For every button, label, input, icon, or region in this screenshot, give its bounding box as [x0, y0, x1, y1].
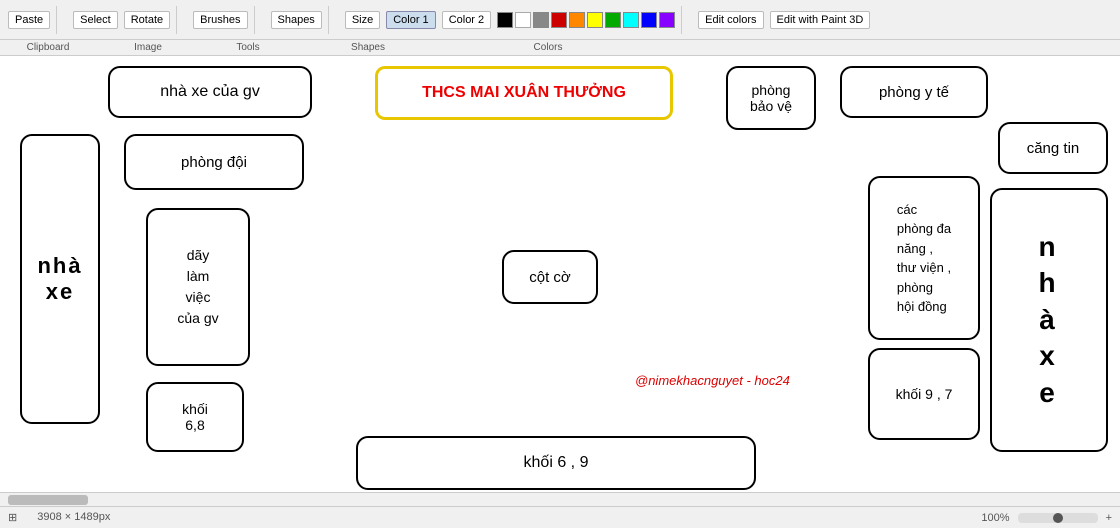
color-white[interactable] [515, 12, 531, 28]
toolbar-separator-5 [681, 6, 682, 34]
phong-bao-ve-label: phòngbảo vệ [750, 82, 792, 114]
paste-button[interactable]: Paste [8, 11, 50, 29]
rotate-button[interactable]: Rotate [124, 11, 170, 29]
zoom-slider[interactable] [1018, 513, 1098, 523]
toolbar-separator-3 [254, 6, 255, 34]
toolbar-group-tools: Brushes [193, 6, 254, 34]
shapes-button[interactable]: Shapes [271, 11, 322, 29]
paint3d-button[interactable]: Edit with Paint 3D [770, 11, 871, 29]
toolbar: Paste Select Rotate Brushes Shapes Size … [0, 0, 1120, 40]
toolbar-group-clipboard: Paste [8, 6, 57, 34]
selection-indicator: ⊞ [8, 511, 17, 524]
nha-xe-left-box: nhàxe [20, 134, 100, 424]
khoi-97-label: khối 9 , 7 [896, 386, 953, 402]
title-box: THCS MAI XUÂN THƯỞNG [375, 66, 673, 120]
color-palette [497, 12, 675, 28]
color-black[interactable] [497, 12, 513, 28]
nha-xe-gv-box: nhà xe của gv [108, 66, 312, 118]
toolbar-group-edit: Edit colors Edit with Paint 3D [698, 11, 870, 29]
khoi-68-box: khối6,8 [146, 382, 244, 452]
can-tin-box: căng tin [998, 122, 1108, 174]
color-purple[interactable] [659, 12, 675, 28]
dimensions-label: 3908 × 1489px [37, 511, 110, 524]
day-lam-viec-label: dãylàmviệccủa gv [177, 245, 218, 329]
label-clipboard: Clipboard [8, 42, 88, 53]
toolbar-group-image: Select Rotate [73, 6, 177, 34]
cac-phong-label: cácphòng đanăng ,thư viện ,phònghội đồng [897, 200, 951, 317]
nha-xe-left-label: nhàxe [37, 253, 82, 305]
toolbar-group-colors: Size Color 1 Color 2 [345, 6, 682, 34]
toolbar-section-labels: Clipboard Image Tools Shapes Colors [0, 40, 1120, 56]
watermark-text: @nimekhacnguyet - hoc24 [635, 373, 790, 388]
size-button[interactable]: Size [345, 11, 380, 29]
edit-colors-button[interactable]: Edit colors [698, 11, 763, 29]
phong-bao-ve-box: phòngbảo vệ [726, 66, 816, 130]
phong-y-te-label: phòng y tế [879, 84, 949, 101]
nha-xe-right-label: nhàxe [1038, 229, 1059, 411]
cac-phong-box: cácphòng đanăng ,thư viện ,phònghội đồng [868, 176, 980, 340]
color-cyan[interactable] [623, 12, 639, 28]
day-lam-viec-box: dãylàmviệccủa gv [146, 208, 250, 366]
select-button[interactable]: Select [73, 11, 118, 29]
toolbar-separator-1 [56, 6, 57, 34]
bottom-left: ⊞ 3908 × 1489px [8, 511, 110, 524]
label-image: Image [88, 42, 208, 53]
phong-doi-label: phòng đội [181, 154, 247, 171]
khoi-97-box: khối 9 , 7 [868, 348, 980, 440]
toolbar-group-shapes: Shapes [271, 6, 329, 34]
color-orange[interactable] [569, 12, 585, 28]
khoi-69-label: khối 6 , 9 [524, 454, 589, 472]
color-yellow[interactable] [587, 12, 603, 28]
brushes-button[interactable]: Brushes [193, 11, 247, 29]
toolbar-separator-2 [176, 6, 177, 34]
color-gray[interactable] [533, 12, 549, 28]
cot-co-label: cột cờ [529, 269, 571, 286]
color-green[interactable] [605, 12, 621, 28]
zoom-thumb[interactable] [1053, 513, 1063, 523]
watermark: @nimekhacnguyet - hoc24 [635, 373, 790, 388]
nha-xe-gv-label: nhà xe của gv [160, 83, 260, 101]
bottom-bar: ⊞ 3908 × 1489px 100% + [0, 506, 1120, 528]
nha-xe-right-box: nhàxe [990, 188, 1108, 452]
color1-button[interactable]: Color 1 [386, 11, 435, 29]
zoom-label: 100% [981, 512, 1009, 524]
khoi-69-box: khối 6 , 9 [356, 436, 756, 490]
canvas-area[interactable]: nhà xe của gv THCS MAI XUÂN THƯỞNG phòng… [0, 56, 1120, 506]
color2-button[interactable]: Color 2 [442, 11, 491, 29]
color-red[interactable] [551, 12, 567, 28]
color-blue[interactable] [641, 12, 657, 28]
bottom-right: 100% + [981, 512, 1112, 524]
cot-co-box: cột cờ [502, 250, 598, 304]
zoom-icon[interactable]: + [1106, 512, 1112, 524]
khoi-68-label: khối6,8 [182, 401, 208, 433]
toolbar-separator-4 [328, 6, 329, 34]
label-shapes: Shapes [288, 42, 448, 53]
horizontal-scrollbar[interactable] [0, 492, 1120, 506]
label-colors: Colors [448, 42, 648, 53]
phong-doi-box: phòng đội [124, 134, 304, 190]
title-label: THCS MAI XUÂN THƯỞNG [422, 84, 626, 102]
phong-y-te-box: phòng y tế [840, 66, 988, 118]
label-tools: Tools [208, 42, 288, 53]
can-tin-label: căng tin [1027, 140, 1080, 157]
scrollbar-thumb[interactable] [8, 495, 88, 505]
